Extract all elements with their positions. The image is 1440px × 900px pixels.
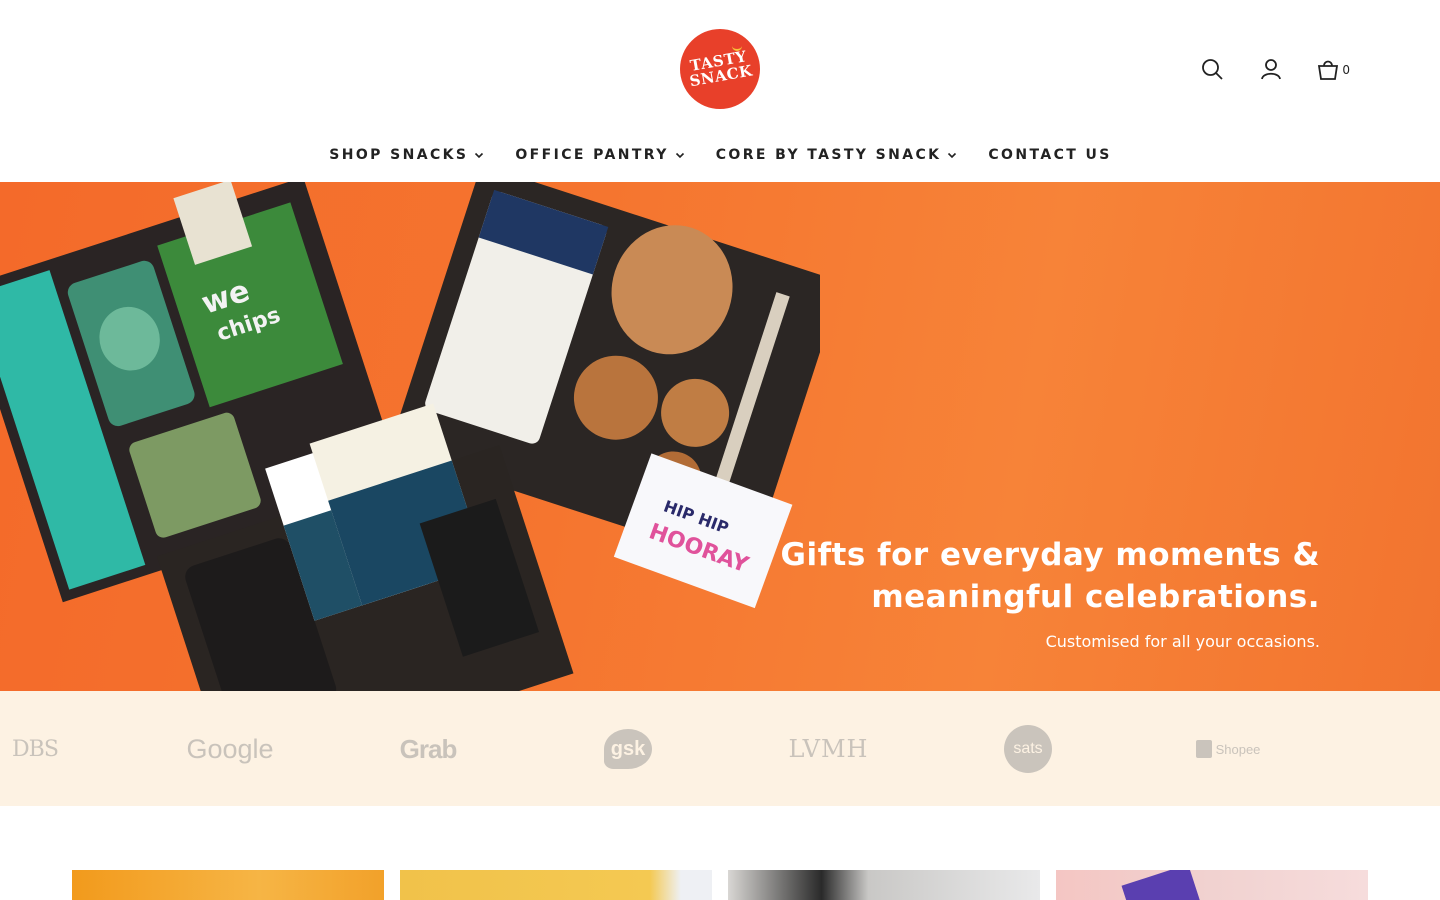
hero-banner[interactable]: we chips HIP HIP HOORAY Gifts for everyd… xyxy=(0,182,1440,691)
tasty-snack-logo[interactable]: TASTY SNACK xyxy=(680,29,760,109)
account-icon[interactable] xyxy=(1257,55,1285,83)
cart-icon[interactable]: 0 xyxy=(1316,55,1350,83)
collection-card[interactable] xyxy=(728,870,1040,900)
header-actions: 0 xyxy=(1198,55,1350,83)
site-header: TASTY SNACK 0 SHOP SNACKS OFFICE PANTRY … xyxy=(0,0,1440,182)
nav-core-by-tasty-snack[interactable]: CORE BY TASTY SNACK xyxy=(716,147,958,163)
collection-card[interactable] xyxy=(1056,870,1368,900)
hero-heading: Gifts for everyday moments & meaningful … xyxy=(780,537,1320,615)
search-icon[interactable] xyxy=(1198,55,1226,83)
main-navigation: SHOP SNACKS OFFICE PANTRY CORE BY TASTY … xyxy=(0,140,1440,170)
gsk-logo: gsk xyxy=(603,729,653,769)
shopee-logo: Shopee xyxy=(1192,731,1264,767)
nav-label: CONTACT US xyxy=(988,147,1112,163)
client-logos-strip: DBS Google Grab gsk LVMH sats Shopee xyxy=(0,691,1440,806)
lvmh-logo: LVMH xyxy=(788,735,869,763)
chevron-down-icon xyxy=(475,152,484,159)
nav-contact-us[interactable]: CONTACT US xyxy=(988,147,1111,163)
logo-wordmark: TASTY SNACK xyxy=(688,47,755,91)
shopee-bag-icon xyxy=(1195,740,1212,758)
dbs-logo: DBS xyxy=(12,736,59,762)
nav-label: CORE BY TASTY SNACK xyxy=(715,147,942,163)
gift-hamper-image: we chips HIP HIP HOORAY xyxy=(0,182,820,691)
nav-office-pantry[interactable]: OFFICE PANTRY xyxy=(515,147,684,163)
collection-card[interactable] xyxy=(400,870,712,900)
google-logo: Google xyxy=(186,733,274,764)
cart-count: 0 xyxy=(1342,63,1350,77)
chevron-down-icon xyxy=(948,152,957,159)
chevron-down-icon xyxy=(675,152,684,159)
nav-label: OFFICE PANTRY xyxy=(515,147,669,163)
grab-logo: Grab xyxy=(399,733,458,764)
collection-card[interactable] xyxy=(72,870,384,900)
sats-logo: sats xyxy=(1004,725,1052,773)
nav-shop-snacks[interactable]: SHOP SNACKS xyxy=(329,147,484,163)
nav-label: SHOP SNACKS xyxy=(329,147,469,163)
hero-subheading: Customised for all your occasions. xyxy=(1045,632,1320,651)
